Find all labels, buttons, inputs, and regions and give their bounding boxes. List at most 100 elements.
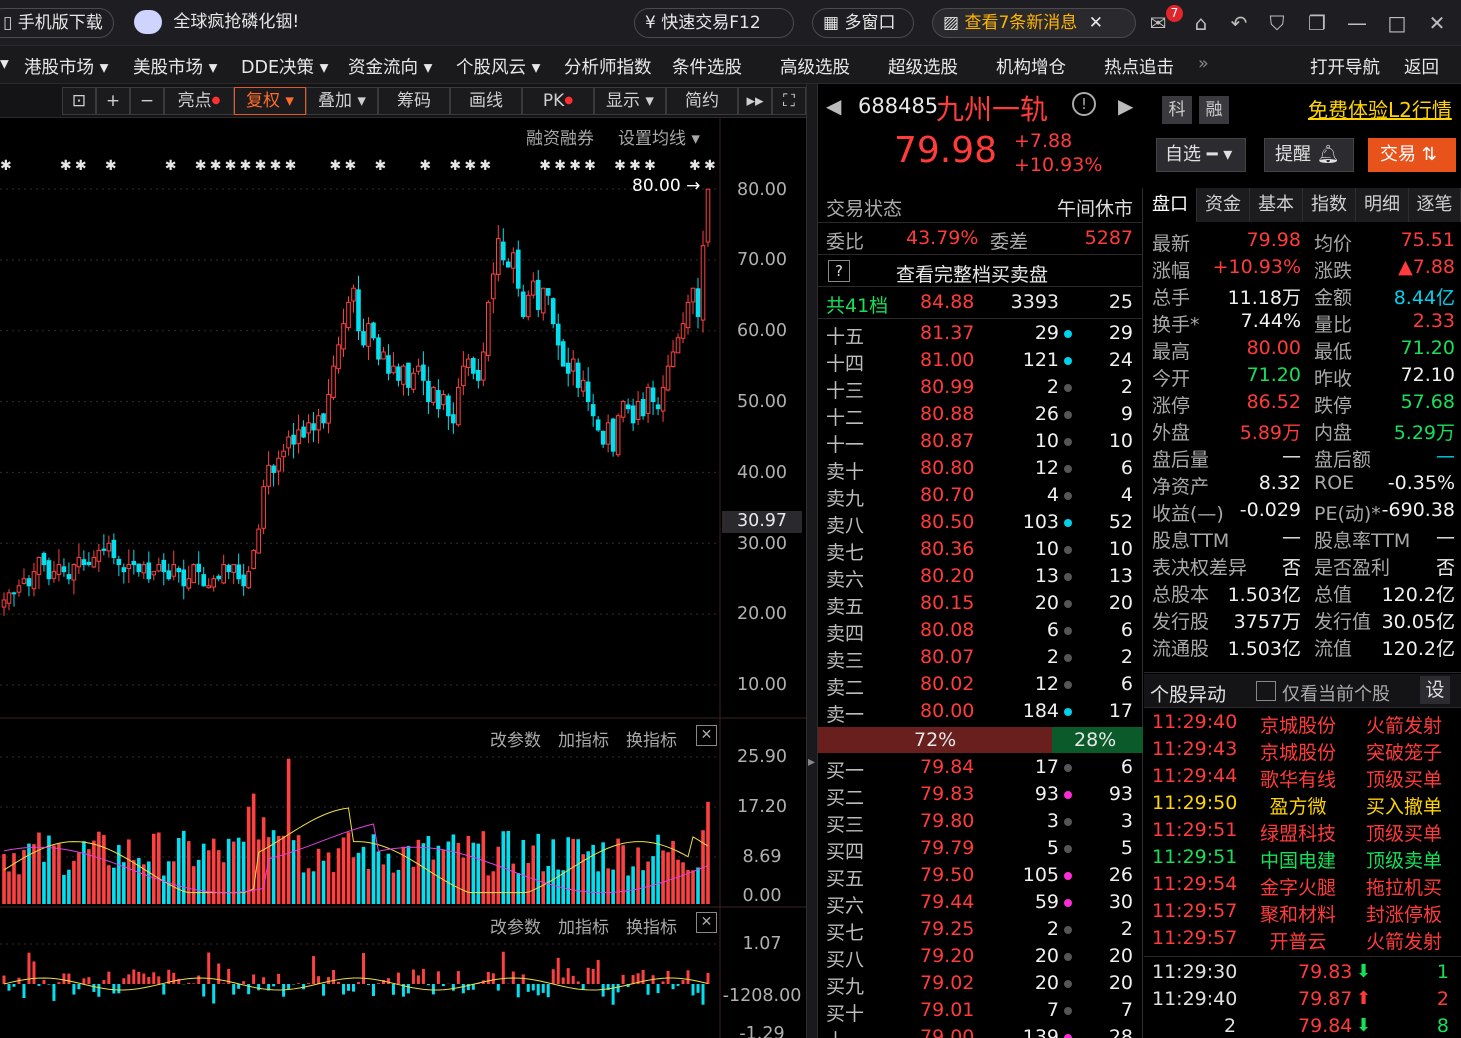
menu-stock-news[interactable]: 个股风云 ▾ <box>456 54 540 79</box>
ask-level-row[interactable]: 十三 80.99 2 2 <box>818 374 1143 402</box>
tab-1[interactable]: 资金 <box>1197 188 1250 222</box>
ask-level-row[interactable]: 十二 80.88 26 9 <box>818 401 1143 429</box>
display-button[interactable]: 显示 ▾ <box>594 87 666 115</box>
window-restore-icon[interactable]: ❐ <box>1304 11 1330 35</box>
ask-level-row[interactable]: 卖九 80.70 4 4 <box>818 482 1143 510</box>
menu-open-nav[interactable]: 打开导航 <box>1310 54 1380 79</box>
shirt-icon[interactable]: ⛉ <box>1264 11 1290 35</box>
tab-5[interactable]: 逐笔 <box>1409 188 1461 222</box>
bid-level-row[interactable]: 买六 79.44 59 30 <box>818 889 1143 917</box>
tab-3[interactable]: 指数 <box>1303 188 1356 222</box>
menu-dde[interactable]: DDE决策 ▾ <box>241 54 328 79</box>
ask-level-row[interactable]: 卖六 80.20 13 13 <box>818 563 1143 591</box>
info-icon[interactable]: ! <box>1072 92 1096 116</box>
bid-level-row[interactable]: 买三 79.80 3 3 <box>818 808 1143 836</box>
vol-switch-indicator[interactable]: 换指标 <box>626 726 677 751</box>
menu-analyst-index[interactable]: 分析师指数 <box>564 54 652 79</box>
menu-condition-select[interactable]: 条件选股 <box>672 54 742 79</box>
ask-level-row[interactable]: 卖五 80.15 20 20 <box>818 590 1143 618</box>
close-window-icon[interactable]: ✕ <box>1424 11 1450 35</box>
menu-institution[interactable]: 机构增仓 <box>996 54 1066 79</box>
minimize-icon[interactable]: — <box>1344 11 1370 35</box>
alert-row[interactable]: 11:29:43 京城股份 突破笼子 <box>1144 737 1461 764</box>
ask-level-row[interactable]: 卖二 80.02 12 6 <box>818 671 1143 699</box>
bid-level-row[interactable]: 买五 79.50 105 26 <box>818 862 1143 890</box>
prev-stock-icon[interactable]: ◀ <box>826 94 841 118</box>
promo-banner[interactable]: 全球疯抢磷化铟! <box>124 8 314 38</box>
home-icon[interactable]: ⌂ <box>1188 11 1214 35</box>
bid-level-row[interactable]: 买一 79.84 17 6 <box>818 754 1143 782</box>
set-ma-link[interactable]: 设置均线 ▾ <box>618 124 700 149</box>
ind-edit-params[interactable]: 改参数 <box>490 913 541 938</box>
ask-level-row[interactable]: 十一 80.87 10 10 <box>818 428 1143 456</box>
menu-hotspot[interactable]: 热点追击 <box>1104 54 1174 79</box>
bid-level-row[interactable]: 买八 79.20 20 20 <box>818 943 1143 971</box>
lock-icon[interactable]: ⊡ <box>62 87 96 115</box>
bid-level-row[interactable]: 买九 79.02 20 20 <box>818 970 1143 998</box>
vol-edit-params[interactable]: 改参数 <box>490 726 541 751</box>
ind-add-indicator[interactable]: 加指标 <box>558 913 609 938</box>
alert-row[interactable]: 11:29:51 绿盟科技 顶级买单 <box>1144 818 1461 845</box>
only-current-checkbox[interactable] <box>1256 681 1276 701</box>
alert-row[interactable]: 11:29:57 聚和材料 封涨停板 <box>1144 899 1461 926</box>
highlight-button[interactable]: 亮点● <box>164 87 234 115</box>
adjust-button[interactable]: 复权 ▾ <box>234 87 306 115</box>
menu-us-market[interactable]: 美股市场 ▾ <box>133 54 217 79</box>
menu-advanced-select[interactable]: 高级选股 <box>780 54 850 79</box>
chips-button[interactable]: 筹码 <box>378 87 450 115</box>
alert-row[interactable]: 11:29:40 京城股份 火箭发射 <box>1144 710 1461 737</box>
zoom-out-icon[interactable]: − <box>130 87 164 115</box>
l2-trial-link[interactable]: 免费体验L2行情 <box>1308 94 1452 123</box>
simple-button[interactable]: 简约 <box>666 87 738 115</box>
ask-level-row[interactable]: 卖八 80.50 103 52 <box>818 509 1143 537</box>
quick-trade-button[interactable]: ¥ 快速交易F12 <box>634 8 794 38</box>
draw-button[interactable]: 画线 <box>450 87 522 115</box>
vol-add-indicator[interactable]: 加指标 <box>558 726 609 751</box>
alert-row[interactable]: 11:29:50 盈方微 买入撤单 <box>1144 791 1461 818</box>
ind-close-icon[interactable]: ✕ <box>696 912 717 933</box>
ask-level-row[interactable]: 卖一 80.00 184 17 <box>818 698 1143 726</box>
menu-super-select[interactable]: 超级选股 <box>888 54 958 79</box>
chart-canvas[interactable]: ✱ ✱ ✱ ✱ ✱ ✱ ✱ ✱ ✱ ✱ ✱ ✱ ✱ ✱ ✱ ✱ ✱ ✱ ✱ ✱ ✱ ✱ ✱ ✱ ✱ ✱ ✱ ✱ <box>0 118 806 1038</box>
bid-level-row[interactable]: 买十 79.01 7 7 <box>818 997 1143 1025</box>
full-book-link[interactable]: ? 查看完整档买卖盘 <box>818 258 1143 286</box>
alert-row[interactable]: 11:29:51 中国电建 顶级卖单 <box>1144 845 1461 872</box>
tab-4[interactable]: 明细 <box>1356 188 1409 222</box>
tab-2[interactable]: 基本 <box>1250 188 1303 222</box>
more-chevron-icon[interactable]: » <box>1198 54 1209 74</box>
trade-button[interactable]: 交易 ⇅ <box>1368 138 1456 172</box>
maximize-icon[interactable]: □ <box>1384 11 1410 35</box>
menu-back[interactable]: 返回 <box>1404 54 1439 79</box>
bid-level-row[interactable]: 买四 79.79 5 5 <box>818 835 1143 863</box>
tab-0[interactable]: 盘口 <box>1144 188 1197 222</box>
fullscreen-icon[interactable]: ⛶ <box>772 87 806 115</box>
menu-capital-flow[interactable]: 资金流向 ▾ <box>348 54 432 79</box>
overlay-button[interactable]: 叠加 ▾ <box>306 87 378 115</box>
splitter-arrow-icon[interactable]: ▸ <box>808 754 815 770</box>
bid-level-row[interactable]: 买二 79.83 93 93 <box>818 781 1143 809</box>
alerts-settings-button[interactable]: 设 <box>1420 676 1450 704</box>
ind-switch-indicator[interactable]: 换指标 <box>626 913 677 938</box>
margin-trading-link[interactable]: 融资融券 <box>526 124 594 149</box>
menu-hk-market[interactable]: 港股市场 ▾ <box>24 54 108 79</box>
undo-icon[interactable]: ↶ <box>1226 11 1252 35</box>
vol-close-icon[interactable]: ✕ <box>696 725 717 746</box>
alert-button[interactable]: 提醒 🔔︎ <box>1264 138 1354 172</box>
alert-row[interactable]: 11:29:44 歌华有线 顶级买单 <box>1144 764 1461 791</box>
ask-level-row[interactable]: 十五 81.37 29 29 <box>818 320 1143 348</box>
multi-window-button[interactable]: ▦ 多窗口 <box>812 8 914 38</box>
ask-level-row[interactable]: 卖三 80.07 2 2 <box>818 644 1143 672</box>
panel-splitter[interactable]: ▸ <box>806 84 818 1038</box>
bid-level-row[interactable]: 十一 79.00 139 28 <box>818 1024 1143 1038</box>
ask-level-row[interactable]: 十四 81.00 121 24 <box>818 347 1143 375</box>
alert-row[interactable]: 11:29:57 开普云 火箭发射 <box>1144 926 1461 953</box>
alert-row[interactable]: 11:29:54 金字火腿 拖拉机买 <box>1144 872 1461 899</box>
zoom-in-icon[interactable]: + <box>96 87 130 115</box>
mobile-download-button[interactable]: ▯ 手机版下载 <box>0 8 114 38</box>
ask-level-row[interactable]: 卖十 80.80 12 6 <box>818 455 1143 483</box>
watchlist-button[interactable]: 自选 ━ ▾ <box>1156 138 1246 172</box>
messages-button[interactable]: ▨ 查看7条新消息 ✕ <box>932 8 1136 38</box>
bid-level-row[interactable]: 买七 79.25 2 2 <box>818 916 1143 944</box>
close-icon[interactable]: ✕ <box>1089 13 1103 33</box>
pk-button[interactable]: PK● <box>522 87 594 115</box>
